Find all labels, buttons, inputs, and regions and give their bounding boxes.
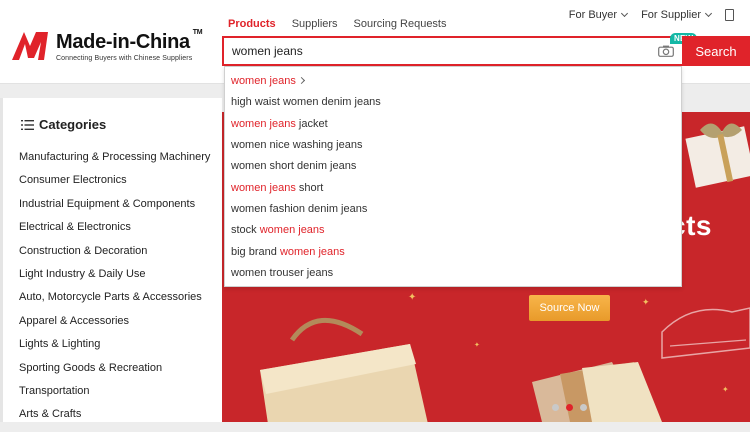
suggestion-item[interactable]: women trouser jeans [231,267,333,279]
categories-title: Categories [39,117,107,132]
for-buyer-label: For Buyer [568,9,618,21]
category-item[interactable]: Consumer Electronics [19,174,210,197]
for-supplier-label: For Supplier [641,9,701,21]
search-input[interactable] [232,44,642,58]
category-item[interactable]: Construction & Decoration [19,245,210,268]
suggestion-item[interactable]: women short denim jeans [231,160,356,172]
carousel-dot[interactable] [552,404,559,411]
search-box [222,36,684,66]
svg-text:✦: ✦ [722,385,729,394]
logo-name: Made-in-China [56,30,190,53]
suggestion-item[interactable]: women jeans short [231,182,323,194]
search-button[interactable]: Search [682,36,750,66]
tab-sourcing-requests[interactable]: Sourcing Requests [354,18,447,30]
categories-heading: Categories [21,117,106,132]
search-suggestions-dropdown: women jeans high waist women denim jeans… [224,66,682,287]
camera-icon[interactable] [658,45,674,57]
chevron-down-icon [621,9,629,18]
mobile-app-menu[interactable] [725,9,736,21]
suggestion-item[interactable]: women jeans jacket [231,118,328,130]
category-item[interactable]: Arts & Crafts [19,408,210,431]
category-item[interactable]: Electrical & Electronics [19,221,210,244]
tab-suppliers[interactable]: Suppliers [292,18,338,30]
top-right-menu: For Buyer For Supplier [569,9,750,21]
category-item[interactable]: Industrial Equipment & Components [19,198,210,221]
mobile-device-icon [725,9,734,21]
carousel-dot[interactable] [580,404,587,411]
category-item[interactable]: Apparel & Accessories [19,315,210,338]
for-buyer-menu[interactable]: For Buyer [568,9,629,21]
categories-sidebar: Categories Manufacturing & Processing Ma… [0,98,222,422]
source-now-button[interactable]: Source Now [529,295,610,321]
suggestion-item[interactable]: stock women jeans [231,224,325,236]
category-item[interactable]: Auto, Motorcycle Parts & Accessories [19,291,210,314]
carousel-dots [552,404,587,411]
category-item[interactable]: Transportation [19,385,210,408]
suggestion-item[interactable]: big brand women jeans [231,246,345,258]
category-item[interactable]: Lights & Lighting [19,338,210,361]
svg-text:✦: ✦ [408,292,416,303]
logo-trademark: TM [192,28,203,36]
suggestion-item[interactable]: women jeans [231,75,305,87]
svg-text:✦: ✦ [642,298,650,308]
site-logo[interactable]: Made-in-China TM Connecting Buyers with … [12,29,203,62]
category-item[interactable]: Light Industry & Daily Use [19,268,210,291]
for-supplier-menu[interactable]: For Supplier [641,9,713,21]
search-type-tabs: Products Suppliers Sourcing Requests [228,18,463,30]
suggestion-item[interactable]: women nice washing jeans [231,139,362,151]
chevron-right-icon [297,76,305,85]
logo-tagline: Connecting Buyers with Chinese Suppliers [56,54,193,62]
carousel-dot-active[interactable] [566,404,573,411]
category-item[interactable]: Manufacturing & Processing Machinery [19,151,210,174]
category-list: Manufacturing & Processing Machinery Con… [19,151,210,432]
tab-products[interactable]: Products [228,18,276,30]
list-icon [21,119,34,130]
suggestion-item[interactable]: high waist women denim jeans [231,96,381,108]
logo-mark-icon [12,32,48,60]
chevron-down-icon [704,9,713,18]
suggestion-item[interactable]: women fashion denim jeans [231,203,367,215]
svg-text:✦: ✦ [474,341,480,349]
category-item[interactable]: Sporting Goods & Recreation [19,362,210,385]
